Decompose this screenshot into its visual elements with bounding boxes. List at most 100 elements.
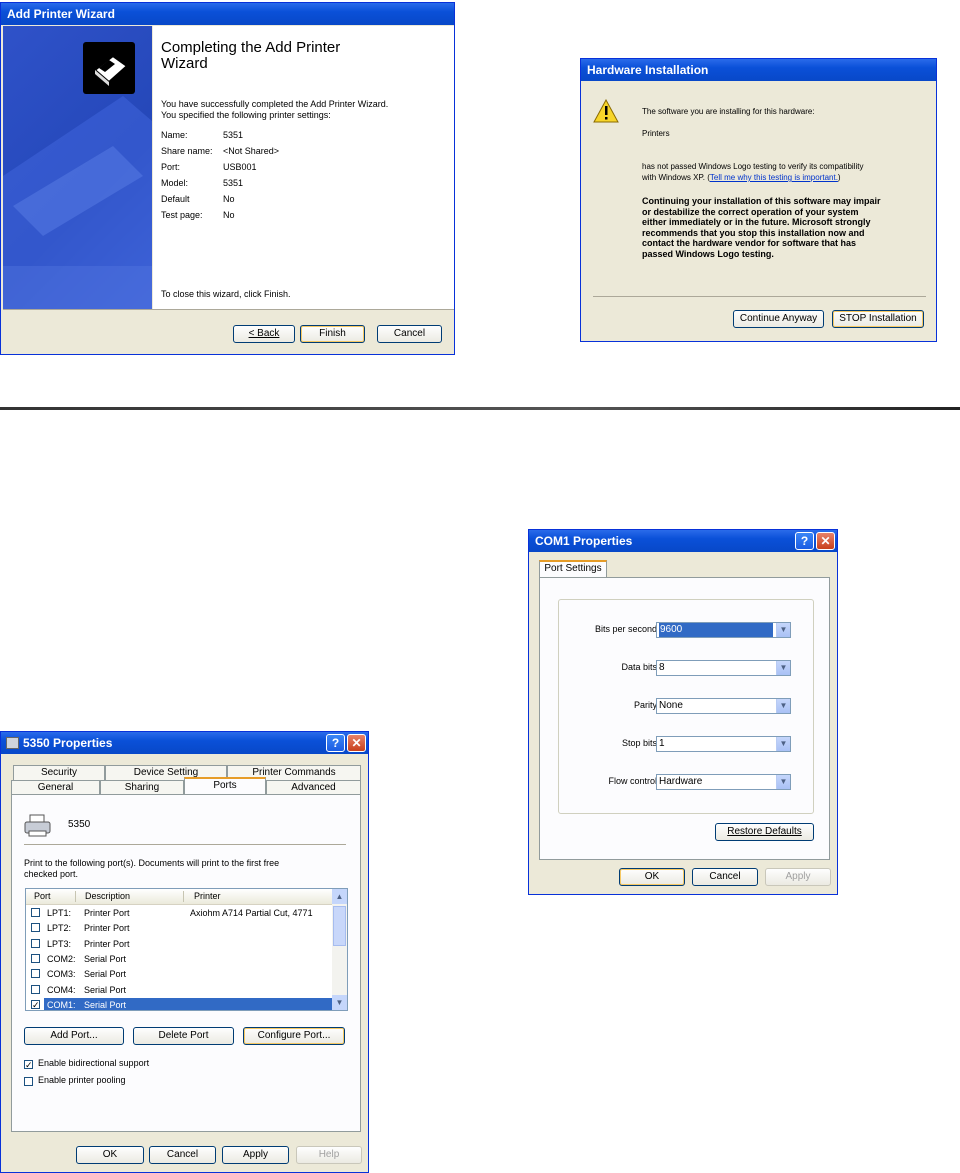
port-description: Serial Port — [84, 999, 127, 1010]
port-description: Printer Port — [84, 923, 130, 934]
ports-list[interactable]: Port Description Printer LPT1: Printer Po… — [25, 888, 348, 1011]
com-ok-button[interactable]: OK — [619, 868, 685, 886]
com-help-icon[interactable]: ? — [795, 532, 814, 550]
wizard-divider — [3, 309, 454, 310]
com-cancel-button[interactable]: Cancel — [692, 868, 758, 886]
help-icon[interactable]: ? — [326, 734, 345, 752]
com-field-select[interactable]: 9600 ▼ — [656, 622, 791, 638]
ports-list-header: Port Description Printer — [26, 889, 332, 905]
tab-advanced[interactable]: Advanced — [266, 780, 361, 795]
port-checkbox[interactable] — [31, 923, 40, 933]
hw-divider — [593, 296, 926, 297]
port-name: LPT1: — [47, 908, 72, 918]
tab-general[interactable]: General — [11, 780, 100, 795]
port-settings-panel: Bits per second 9600 ▼ Data bits 8 ▼ Parity Non… — [539, 577, 830, 860]
port-row[interactable]: LPT3: Printer Port — [26, 937, 332, 951]
setting-label: Port: — [161, 162, 181, 172]
add-port-button[interactable]: Add Port... — [24, 1027, 124, 1045]
port-checkbox[interactable] — [31, 969, 40, 979]
hw-title: Hardware Installation — [587, 63, 709, 77]
bidirectional-checkbox[interactable]: ✓ — [24, 1060, 33, 1070]
com-title: COM1 Properties — [535, 534, 633, 548]
port-row[interactable]: ✓ COM1: Serial Port — [26, 997, 332, 1010]
port-checkbox[interactable] — [31, 984, 40, 994]
setting-label: Name: — [161, 130, 188, 140]
ports-scrollbar[interactable]: ▲ ▼ — [332, 889, 347, 1010]
hw-warning-line: recommends that you stop this installati… — [642, 227, 865, 238]
configure-port-button[interactable]: Configure Port... — [243, 1027, 345, 1045]
props-cancel-button[interactable]: Cancel — [149, 1146, 216, 1164]
port-row[interactable]: LPT1: Printer Port Axiohm A714 Partial Cut… — [26, 906, 332, 920]
com-field-select[interactable]: 8 ▼ — [656, 660, 791, 676]
wizard-content: Completing the Add Printer Wizard You ha… — [153, 26, 454, 309]
warning-icon — [593, 98, 619, 126]
hw-warning-text: Continuing your installation of this sof… — [642, 196, 881, 260]
hardware-installation-window: Hardware Installation The software you a… — [580, 58, 937, 342]
cancel-button[interactable]: Cancel — [377, 325, 442, 343]
continue-anyway-button[interactable]: Continue Anyway — [733, 310, 824, 328]
port-checkbox[interactable] — [31, 908, 40, 917]
pooling-checkbox[interactable] — [24, 1077, 33, 1086]
port-description: Serial Port — [84, 984, 127, 995]
port-row[interactable]: COM4: Serial Port — [26, 983, 332, 997]
com-field-value: 9600 — [659, 623, 773, 637]
hw-warning-line: or destabilize the correct operation of … — [642, 206, 859, 217]
dropdown-arrow-icon[interactable]: ▼ — [776, 661, 790, 675]
port-checkbox[interactable] — [31, 938, 40, 948]
hw-warning-line: contact the hardware vendor for software… — [642, 238, 857, 249]
restore-defaults-button[interactable]: Restore Defaults — [715, 823, 814, 841]
page-separator — [0, 407, 960, 410]
tab-sharing[interactable]: Sharing — [100, 780, 184, 795]
port-name: LPT3: — [47, 938, 72, 949]
hw-warning-line: passed Windows Logo testing. — [642, 248, 774, 259]
dropdown-arrow-icon[interactable]: ▼ — [776, 775, 790, 789]
dropdown-arrow-icon[interactable]: ▼ — [776, 623, 790, 637]
tab-security[interactable]: Security — [13, 765, 105, 780]
printer-icon — [83, 42, 135, 94]
setting-value: 5351 — [223, 178, 244, 188]
wizard-title-bar[interactable]: Add Printer Wizard — [1, 3, 454, 25]
delete-port-button[interactable]: Delete Port — [133, 1027, 234, 1045]
back-button[interactable]: < Back — [233, 325, 295, 343]
port-row[interactable]: LPT2: Printer Port — [26, 921, 332, 935]
scroll-down-arrow[interactable]: ▼ — [332, 995, 347, 1010]
close-icon[interactable]: ✕ — [347, 734, 366, 752]
hw-line-1: The software you are installing for this… — [642, 107, 815, 116]
tab-port-settings[interactable]: Port Settings — [539, 560, 607, 577]
port-checkbox[interactable] — [31, 953, 40, 963]
col-printer[interactable]: Printer — [194, 889, 221, 903]
setting-value: No — [223, 210, 235, 220]
setting-value: <Not Shared> — [223, 146, 280, 156]
com-apply-button[interactable]: Apply — [765, 868, 831, 886]
dropdown-arrow-icon[interactable]: ▼ — [776, 699, 790, 713]
com-title-bar[interactable]: COM1 Properties ? ✕ — [529, 530, 837, 552]
props-ok-button[interactable]: OK — [76, 1146, 144, 1164]
hw-title-bar[interactable]: Hardware Installation — [581, 59, 936, 81]
com-field-select[interactable]: 1 ▼ — [656, 736, 791, 752]
props-apply-button[interactable]: Apply — [222, 1146, 289, 1164]
port-row[interactable]: COM3: Serial Port — [26, 967, 332, 981]
tell-me-why-link[interactable]: Tell me why this testing is important. — [710, 173, 838, 182]
dropdown-arrow-icon[interactable]: ▼ — [776, 737, 790, 751]
finish-button[interactable]: Finish — [300, 325, 365, 343]
col-port[interactable]: Port — [34, 889, 51, 903]
setting-value: USB001 — [223, 162, 257, 172]
com-close-icon[interactable]: ✕ — [816, 532, 835, 550]
com-field-select[interactable]: None ▼ — [656, 698, 791, 714]
props-help-button[interactable]: Help — [296, 1146, 362, 1164]
com-field-value: 8 — [659, 662, 665, 673]
tab-ports[interactable]: Ports — [184, 777, 266, 794]
scroll-up-arrow[interactable]: ▲ — [332, 889, 347, 904]
printer-properties-window: 5350 Properties ? ✕ Security Device Sett… — [0, 731, 369, 1173]
col-description[interactable]: Description — [85, 889, 130, 903]
stop-installation-button[interactable]: STOP Installation — [832, 310, 924, 328]
port-row[interactable]: COM2: Serial Port — [26, 952, 332, 966]
props-title-bar[interactable]: 5350 Properties ? ✕ — [1, 732, 368, 754]
com-field-value: Hardware — [659, 776, 703, 787]
port-checkbox[interactable]: ✓ — [31, 999, 40, 1009]
ports-instruction-2: checked port. — [24, 869, 79, 879]
scroll-thumb[interactable] — [333, 906, 346, 946]
com-field-select[interactable]: Hardware ▼ — [656, 774, 791, 790]
bidirectional-label: Enable bidirectional support — [38, 1058, 150, 1068]
com-field-value: 1 — [659, 738, 665, 749]
